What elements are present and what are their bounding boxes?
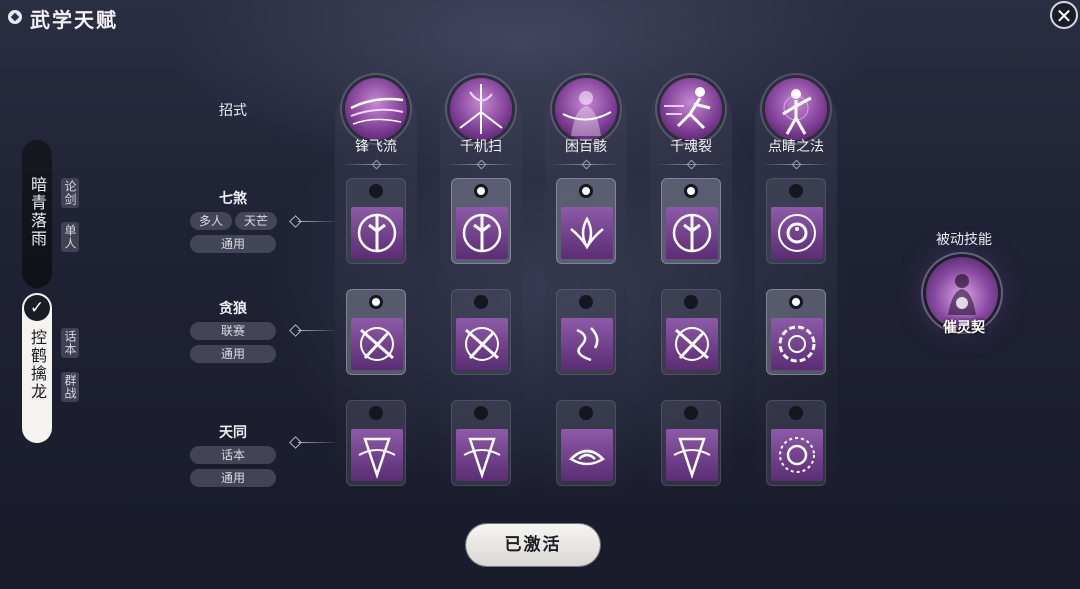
talent-icon — [456, 207, 508, 259]
tag-pill: 通用 — [190, 469, 276, 487]
close-button[interactable]: ✕ — [1050, 1, 1078, 29]
skill-icon[interactable] — [555, 78, 617, 140]
activate-button[interactable]: 已激活 — [466, 524, 600, 566]
talent-icon — [771, 429, 823, 481]
radio-button[interactable] — [684, 406, 698, 420]
character-tab-konghe-qinlong[interactable]: ✓ 控鹤擒龙 — [22, 293, 52, 443]
talent-card[interactable] — [556, 178, 616, 264]
skill-name: 困百骸 — [565, 139, 607, 155]
radio-button[interactable] — [789, 406, 803, 420]
talent-card[interactable] — [556, 289, 616, 375]
talent-card[interactable] — [766, 400, 826, 486]
talent-card[interactable] — [451, 289, 511, 375]
talent-row-title-tiantong: 天同 — [219, 425, 247, 441]
page-title: 武学天赋 — [30, 8, 118, 32]
moves-header-label: 招式 — [219, 103, 247, 119]
skill-icon[interactable] — [450, 78, 512, 140]
radio-button[interactable] — [474, 295, 488, 309]
tag-pill: 多人 — [190, 212, 232, 230]
radio-button[interactable] — [369, 406, 383, 420]
talent-card[interactable] — [451, 400, 511, 486]
talent-card[interactable] — [766, 289, 826, 375]
row-connector — [298, 221, 338, 222]
skill-icon[interactable] — [345, 78, 407, 140]
radio-button[interactable] — [369, 295, 383, 309]
talent-icon — [666, 207, 718, 259]
talent-icon — [351, 429, 403, 481]
talent-row-title-qisha: 七煞 — [219, 191, 247, 207]
tag-pill: 通用 — [190, 235, 276, 253]
radio-button[interactable] — [579, 184, 593, 198]
talent-icon — [351, 318, 403, 370]
talent-card[interactable] — [661, 289, 721, 375]
talent-icon — [351, 207, 403, 259]
character-name: 控鹤擒龙 — [28, 329, 47, 401]
talent-icon — [561, 429, 613, 481]
radio-button[interactable] — [789, 184, 803, 198]
talent-card[interactable] — [661, 400, 721, 486]
mode-tag-danren[interactable]: 单人 — [61, 222, 79, 252]
radio-button[interactable] — [789, 295, 803, 309]
radio-button[interactable] — [684, 184, 698, 198]
talent-icon — [456, 318, 508, 370]
skill-name: 锋飞流 — [355, 139, 397, 155]
talent-card[interactable] — [346, 178, 406, 264]
passive-skill-label: 被动技能 — [936, 232, 992, 248]
tag-pill: 话本 — [190, 446, 276, 464]
radio-button[interactable] — [684, 295, 698, 309]
talent-icon — [666, 318, 718, 370]
tag-pill: 联赛 — [190, 322, 276, 340]
close-icon: ✕ — [1055, 4, 1073, 28]
row-connector — [298, 442, 338, 443]
mode-tag-qunzhan[interactable]: 群战 — [61, 372, 79, 402]
character-name: 暗青落雨 — [28, 176, 47, 248]
skill-name: 千魂裂 — [670, 139, 712, 155]
radio-button[interactable] — [369, 184, 383, 198]
talent-icon — [561, 207, 613, 259]
talent-card[interactable] — [661, 178, 721, 264]
radio-button[interactable] — [579, 406, 593, 420]
talent-row-title-tanlang: 贪狼 — [219, 301, 247, 317]
radio-button[interactable] — [474, 184, 488, 198]
talent-icon — [771, 207, 823, 259]
character-tab-anqingluoyu[interactable]: 暗青落雨 — [22, 140, 52, 288]
skill-icon[interactable] — [765, 78, 827, 140]
radio-button[interactable] — [579, 295, 593, 309]
mode-tag-huaben[interactable]: 话本 — [61, 328, 79, 358]
skill-icon[interactable] — [660, 78, 722, 140]
talent-card[interactable] — [766, 178, 826, 264]
talent-card[interactable] — [451, 178, 511, 264]
skill-name: 点睛之法 — [768, 139, 824, 155]
talent-card[interactable] — [556, 400, 616, 486]
row-connector — [298, 330, 338, 331]
check-icon: ✓ — [24, 295, 50, 321]
tag-pill: 天芒 — [235, 212, 277, 230]
mode-tag-lunjian[interactable]: 论剑 — [61, 178, 79, 208]
talent-icon — [561, 318, 613, 370]
title-diamond-icon — [8, 10, 22, 24]
tag-pill: 通用 — [190, 345, 276, 363]
passive-skill-name: 催灵契 — [943, 320, 985, 336]
talent-icon — [666, 429, 718, 481]
talent-icon — [771, 318, 823, 370]
talent-card[interactable] — [346, 400, 406, 486]
skill-name: 千机扫 — [460, 139, 502, 155]
talent-card[interactable] — [346, 289, 406, 375]
radio-button[interactable] — [474, 406, 488, 420]
talent-icon — [456, 429, 508, 481]
